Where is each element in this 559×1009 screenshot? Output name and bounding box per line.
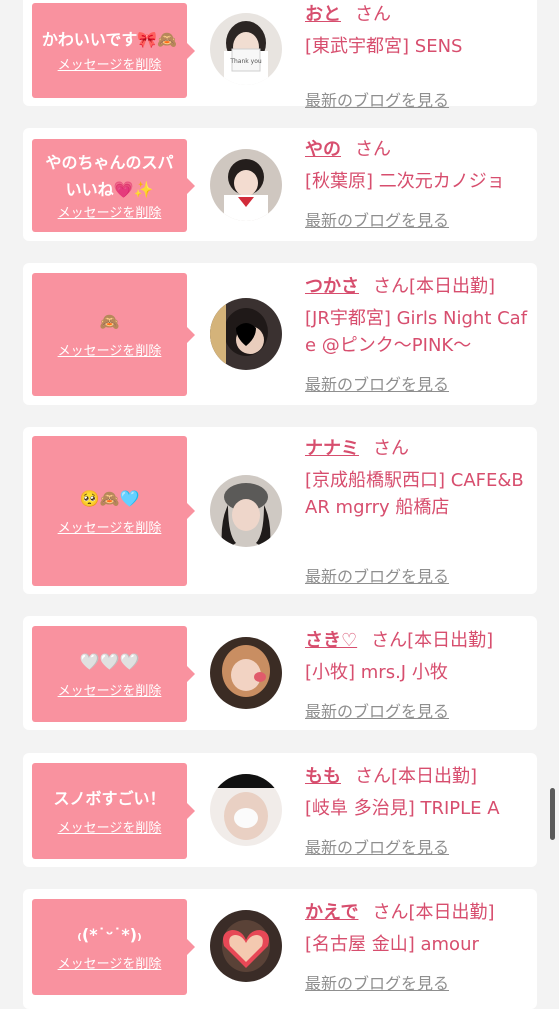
message-card: 🤍🤍🤍 メッセージを削除 さき♡ さん[本日出勤] [小牧] mrs.J 小牧 最… <box>23 616 537 730</box>
avatar[interactable] <box>210 637 282 709</box>
latest-blog-link[interactable]: 最新のブログを見る <box>305 563 449 587</box>
girl-info: もも さん[本日出勤] [岐阜 多治見] TRIPLE A 最新のブログを見る <box>305 765 533 857</box>
shop-name: [岐阜 多治見] TRIPLE A <box>305 798 500 819</box>
message-text: 🤍🤍🤍 <box>79 651 140 671</box>
name-row: つかさ さん[本日出勤] <box>305 275 533 299</box>
avatar[interactable]: Thank you <box>210 13 282 85</box>
shop-name: [東武宇都宮] SENS <box>305 36 463 57</box>
message-card: スノボすごい！ メッセージを削除 もも さん[本日出勤] [岐阜 多治見] TRI… <box>23 753 537 867</box>
message-text: かわいいです🎀🙈 <box>41 30 178 49</box>
name-row: もも さん[本日出勤] <box>305 765 533 789</box>
shop-name: [秋葉原] 二次元カノジョ <box>305 171 505 192</box>
message-bubble: 🥺🙈🩵 メッセージを削除 <box>32 436 187 586</box>
shop-name: [JR宇都宮] Girls Night Cafe @ピンク〜PINK〜 <box>305 308 528 356</box>
message-text: ₍(*˙ᵕ˙*)₎ <box>77 924 142 944</box>
girl-info: やの さん [秋葉原] 二次元カノジョ 最新のブログを見る <box>305 138 533 230</box>
message-text: スノボすごい！ <box>53 788 166 808</box>
message-bubble: スノボすごい！ メッセージを削除 <box>32 763 187 859</box>
honorific: さん <box>355 766 391 787</box>
avatar[interactable] <box>210 774 282 846</box>
latest-blog-link[interactable]: 最新のブログを見る <box>305 698 449 722</box>
delete-message-link[interactable]: メッセージを削除 <box>58 683 162 701</box>
message-card: 🥺🙈🩵 メッセージを削除 ナナミ さん [京成船橋駅西口] CAFE&BAR mg… <box>23 427 537 594</box>
latest-blog-link[interactable]: 最新のブログを見る <box>305 371 449 395</box>
svg-text:Thank you: Thank you <box>229 58 262 65</box>
on-duty-badge: [本日出勤] <box>409 276 496 297</box>
girl-name-link[interactable]: かえで <box>305 902 358 923</box>
scrollbar-thumb[interactable] <box>550 788 555 840</box>
honorific: さん <box>373 276 409 297</box>
girl-info: ナナミ さん [京成船橋駅西口] CAFE&BAR mgrry 船橋店 最新のブロ… <box>305 437 533 586</box>
delete-message-link[interactable]: メッセージを削除 <box>58 820 162 838</box>
honorific: さん <box>371 630 408 651</box>
name-row: さき♡ さん[本日出勤] <box>305 629 533 653</box>
honorific: さん <box>355 139 391 160</box>
delete-message-link[interactable]: メッセージを削除 <box>58 57 162 75</box>
shop-name: [京成船橋駅西口] CAFE&BAR mgrry 船橋店 <box>305 470 524 518</box>
girl-info: かえで さん[本日出勤] [名古屋 金山] amour 最新のブログを見る <box>305 901 533 993</box>
shop-name: [小牧] mrs.J 小牧 <box>305 662 448 683</box>
message-bubble: 🙈 メッセージを削除 <box>32 273 187 396</box>
delete-message-link[interactable]: メッセージを削除 <box>58 520 162 538</box>
girl-name-link[interactable]: おと <box>305 4 341 25</box>
latest-blog-link[interactable]: 最新のブログを見る <box>305 87 449 111</box>
delete-message-link[interactable]: メッセージを削除 <box>58 205 162 223</box>
on-duty-badge: [本日出勤] <box>408 902 495 923</box>
latest-blog-link[interactable]: 最新のブログを見る <box>305 207 449 231</box>
delete-message-link[interactable]: メッセージを削除 <box>58 343 162 361</box>
avatar[interactable] <box>210 298 282 370</box>
message-bubble: ₍(*˙ᵕ˙*)₎ メッセージを削除 <box>32 899 187 995</box>
girl-name-link[interactable]: ナナミ <box>305 438 359 459</box>
delete-message-link[interactable]: メッセージを削除 <box>58 956 162 974</box>
message-card: 🙈 メッセージを削除 つかさ さん[本日出勤] [JR宇都宮] Girls Nig… <box>23 263 537 405</box>
avatar[interactable] <box>210 910 282 982</box>
latest-blog-link[interactable]: 最新のブログを見る <box>305 970 449 994</box>
honorific: さん <box>372 902 409 923</box>
message-text: 🥺🙈🩵 <box>79 488 140 508</box>
on-duty-badge: [本日出勤] <box>407 630 494 651</box>
girl-info: さき♡ さん[本日出勤] [小牧] mrs.J 小牧 最新のブログを見る <box>305 629 533 721</box>
message-card: ₍(*˙ᵕ˙*)₎ メッセージを削除 かえで さん[本日出勤] [名古屋 金山] … <box>23 889 537 1009</box>
girl-name-link[interactable]: もも <box>305 766 341 787</box>
avatar[interactable] <box>210 475 282 547</box>
message-bubble: やのちゃんのスパいいね💗✨ メッセージを削除 <box>32 139 187 232</box>
name-row: かえで さん[本日出勤] <box>305 901 533 925</box>
message-text: 🙈 <box>99 312 120 331</box>
girl-info: おと さん [東武宇都宮] SENS 最新のブログを見る <box>305 3 533 110</box>
message-card: やのちゃんのスパいいね💗✨ メッセージを削除 やの さん [秋葉原] 二次元カノジ… <box>23 128 537 241</box>
shop-name: [名古屋 金山] amour <box>305 934 479 955</box>
on-duty-badge: [本日出勤] <box>391 766 478 787</box>
latest-blog-link[interactable]: 最新のブログを見る <box>305 834 449 858</box>
girl-name-link[interactable]: さき♡ <box>305 630 357 651</box>
avatar[interactable] <box>210 149 282 221</box>
message-bubble: かわいいです🎀🙈 メッセージを削除 <box>32 3 187 98</box>
message-card: かわいいです🎀🙈 メッセージを削除 Thank you おと さん [東武宇都宮]… <box>23 0 537 110</box>
message-text: やのちゃんのスパいいね💗✨ <box>45 152 174 199</box>
honorific: さん <box>355 4 391 25</box>
girl-name-link[interactable]: つかさ <box>305 276 359 297</box>
name-row: やの さん <box>305 138 533 162</box>
name-row: おと さん <box>305 3 533 27</box>
girl-name-link[interactable]: やの <box>305 139 341 160</box>
girl-info: つかさ さん[本日出勤] [JR宇都宮] Girls Night Cafe @ピン… <box>305 275 533 394</box>
honorific: さん <box>373 438 409 459</box>
message-bubble: 🤍🤍🤍 メッセージを削除 <box>32 626 187 722</box>
name-row: ナナミ さん <box>305 437 533 461</box>
